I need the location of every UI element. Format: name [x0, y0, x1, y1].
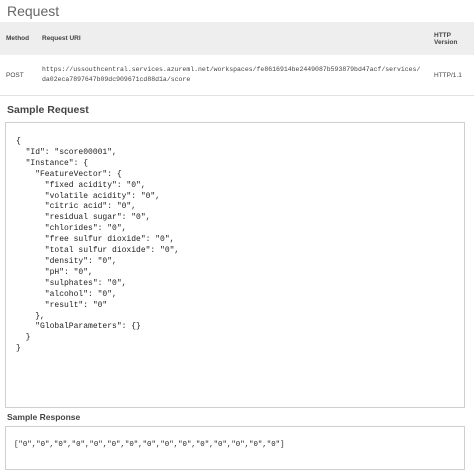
table-row: POST https://ussouthcentral.services.azu… — [0, 55, 474, 96]
sample-response-json[interactable]: ["0","0","0","0","0","0","0","0","0","0"… — [14, 440, 285, 451]
request-table-header-row: Method Request URI HTTP Version — [0, 22, 474, 55]
request-section-title: Request — [7, 3, 60, 19]
request-table: Method Request URI HTTP Version POST htt… — [0, 22, 474, 96]
request-uri-column-header: Request URI — [36, 22, 428, 55]
sample-request-json[interactable]: { "Id": "score00001", "Instance": { "Fea… — [16, 137, 179, 355]
http-version-column-header: HTTP Version — [428, 22, 474, 55]
sample-response-title: Sample Response — [7, 412, 81, 422]
request-uri-cell[interactable]: https://ussouthcentral.services.azureml.… — [36, 55, 428, 96]
api-help-page: Request Method Request URI HTTP Version … — [0, 0, 474, 475]
request-method-cell: POST — [0, 55, 36, 96]
method-column-header: Method — [0, 22, 36, 55]
sample-response-code-box[interactable]: ["0","0","0","0","0","0","0","0","0","0"… — [5, 426, 465, 470]
sample-request-code-box[interactable]: { "Id": "score00001", "Instance": { "Fea… — [5, 122, 465, 408]
sample-request-title: Sample Request — [7, 104, 89, 116]
http-version-cell: HTTP/1.1 — [428, 55, 474, 96]
